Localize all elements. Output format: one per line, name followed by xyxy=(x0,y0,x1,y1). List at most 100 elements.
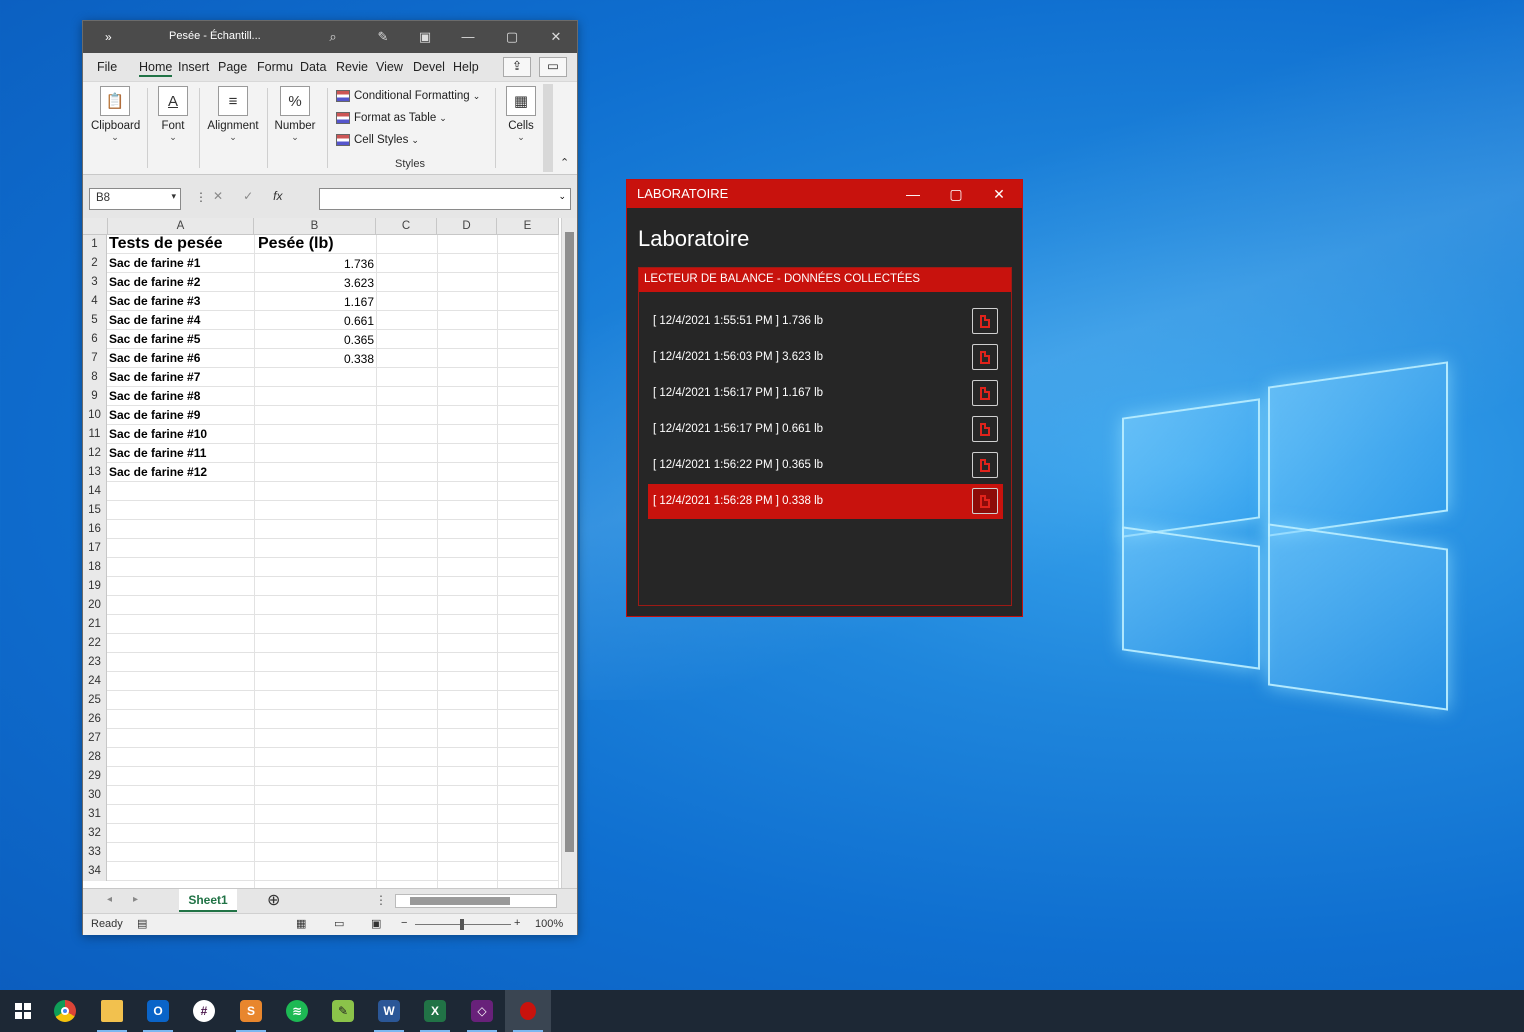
cancel-icon[interactable]: ✕ xyxy=(213,189,223,203)
table-row[interactable]: 29 xyxy=(83,767,559,786)
table-row[interactable]: 7 Sac de farine #6 0.338 xyxy=(83,349,559,368)
reading-list-item[interactable]: [ 12/4/2021 1:56:17 PM ] 1.167 lb xyxy=(648,376,1003,411)
page-break-view-icon[interactable]: ▣ xyxy=(371,917,381,930)
ribbon-display-icon[interactable]: ▣ xyxy=(415,27,435,47)
number-group[interactable]: % Number ⌄ xyxy=(273,86,317,143)
row-header[interactable]: 4 xyxy=(83,292,107,311)
cell-b[interactable]: 0.365 xyxy=(255,333,374,347)
sheet-tab[interactable]: Sheet1 xyxy=(179,889,237,912)
export-document-button[interactable] xyxy=(972,380,998,406)
table-row[interactable]: 32 xyxy=(83,824,559,843)
table-row[interactable]: 14 xyxy=(83,482,559,501)
slack-icon[interactable]: # xyxy=(181,990,227,1032)
select-all-corner[interactable] xyxy=(83,218,108,235)
cells-group[interactable]: ▦ Cells ⌄ xyxy=(503,86,539,143)
tab-developer[interactable]: Devel xyxy=(413,60,445,74)
row-header[interactable]: 34 xyxy=(83,862,107,881)
cell-b[interactable]: 1.736 xyxy=(255,257,374,271)
table-row[interactable]: 26 xyxy=(83,710,559,729)
cell-b[interactable]: 0.661 xyxy=(255,314,374,328)
horizontal-scrollbar[interactable] xyxy=(395,894,557,908)
column-header-c[interactable]: C xyxy=(376,218,437,235)
cell-a[interactable]: Tests de pesée xyxy=(109,235,223,253)
export-document-button[interactable] xyxy=(972,416,998,442)
row-header[interactable]: 17 xyxy=(83,539,107,558)
row-header[interactable]: 18 xyxy=(83,558,107,577)
maximize-icon[interactable]: ▢ xyxy=(502,27,522,47)
zoom-slider[interactable] xyxy=(415,919,511,930)
spreadsheet-grid[interactable]: A B C D E 1 Tests de pesée Pesée (lb) 2 Sac … xyxy=(83,218,577,888)
table-row[interactable]: 27 xyxy=(83,729,559,748)
table-row[interactable]: 34 xyxy=(83,862,559,881)
table-row[interactable]: 3 Sac de farine #2 3.623 xyxy=(83,273,559,292)
cell-a[interactable]: Sac de farine #7 xyxy=(109,370,200,384)
table-row[interactable]: 6 Sac de farine #5 0.365 xyxy=(83,330,559,349)
table-row[interactable]: 17 xyxy=(83,539,559,558)
table-row[interactable]: 21 xyxy=(83,615,559,634)
row-header[interactable]: 16 xyxy=(83,520,107,539)
table-row[interactable]: 33 xyxy=(83,843,559,862)
row-header[interactable]: 22 xyxy=(83,634,107,653)
page-layout-view-icon[interactable]: ▭ xyxy=(334,917,344,930)
table-row[interactable]: 23 xyxy=(83,653,559,672)
column-header-e[interactable]: E xyxy=(497,218,559,235)
quick-access-chevron-icon[interactable]: » xyxy=(105,30,112,44)
row-header[interactable]: 5 xyxy=(83,311,107,330)
row-header[interactable]: 7 xyxy=(83,349,107,368)
pen-icon[interactable]: ✎ xyxy=(373,27,393,47)
cell-a[interactable]: Sac de farine #2 xyxy=(109,275,200,289)
clipboard-group[interactable]: 📋 Clipboard ⌄ xyxy=(91,86,140,143)
row-header[interactable]: 30 xyxy=(83,786,107,805)
reading-list-item[interactable]: [ 12/4/2021 1:56:22 PM ] 0.365 lb xyxy=(648,448,1003,483)
alignment-group[interactable]: ≡ Alignment ⌄ xyxy=(205,86,261,143)
export-document-button[interactable] xyxy=(972,308,998,334)
cell-a[interactable]: Sac de farine #1 xyxy=(109,256,200,270)
zoom-slider-thumb[interactable] xyxy=(460,919,464,930)
minimize-icon[interactable]: — xyxy=(893,180,933,208)
reading-list-item[interactable]: [ 12/4/2021 1:56:28 PM ] 0.338 lb xyxy=(648,484,1003,519)
chevron-down-icon[interactable]: ⌄ xyxy=(558,191,566,202)
vertical-scrollbar[interactable] xyxy=(561,218,577,888)
column-header-d[interactable]: D xyxy=(437,218,497,235)
row-header[interactable]: 19 xyxy=(83,577,107,596)
table-row[interactable]: 4 Sac de farine #3 1.167 xyxy=(83,292,559,311)
row-header[interactable]: 1 xyxy=(83,235,107,254)
add-sheet-icon[interactable]: ⊕ xyxy=(267,890,280,910)
maximize-icon[interactable]: ▢ xyxy=(936,180,976,208)
tab-page[interactable]: Page xyxy=(218,60,247,74)
normal-view-icon[interactable]: ▦ xyxy=(296,917,306,930)
tab-insert[interactable]: Insert xyxy=(178,60,209,74)
tab-file[interactable]: File xyxy=(97,60,117,74)
scrollbar-thumb[interactable] xyxy=(565,232,574,852)
tab-help[interactable]: Help xyxy=(453,60,479,74)
comments-icon[interactable]: ▭ xyxy=(539,57,567,77)
cell-a[interactable]: Sac de farine #11 xyxy=(109,446,206,460)
row-header[interactable]: 28 xyxy=(83,748,107,767)
table-row[interactable]: 28 xyxy=(83,748,559,767)
tab-data[interactable]: Data xyxy=(300,60,326,74)
row-header[interactable]: 33 xyxy=(83,843,107,862)
row-header[interactable]: 32 xyxy=(83,824,107,843)
table-row[interactable]: 20 xyxy=(83,596,559,615)
format-as-table-button[interactable]: Format as Table ⌄ xyxy=(336,112,447,124)
column-header-a[interactable]: A xyxy=(108,218,254,235)
visual-studio-icon[interactable]: ◇ xyxy=(459,990,505,1032)
outlook-icon[interactable]: O xyxy=(135,990,181,1032)
search-icon[interactable]: ⌕ xyxy=(323,27,343,47)
notepad-plus-plus-icon[interactable]: ✎ xyxy=(320,990,366,1032)
row-header[interactable]: 12 xyxy=(83,444,107,463)
collapse-ribbon-icon[interactable]: ⌃ xyxy=(560,156,569,169)
row-header[interactable]: 8 xyxy=(83,368,107,387)
table-row[interactable]: 5 Sac de farine #4 0.661 xyxy=(83,311,559,330)
table-row[interactable]: 15 xyxy=(83,501,559,520)
row-header[interactable]: 14 xyxy=(83,482,107,501)
table-row[interactable]: 22 xyxy=(83,634,559,653)
sublime-text-icon[interactable]: S xyxy=(228,990,274,1032)
insert-function-icon[interactable]: fx xyxy=(273,189,282,203)
name-box[interactable]: B8 ▾ xyxy=(89,188,181,210)
cell-a[interactable]: Sac de farine #9 xyxy=(109,408,200,422)
table-row[interactable]: 30 xyxy=(83,786,559,805)
table-row[interactable]: 16 xyxy=(83,520,559,539)
cell-a[interactable]: Sac de farine #6 xyxy=(109,351,200,365)
enter-icon[interactable]: ✓ xyxy=(243,189,253,203)
